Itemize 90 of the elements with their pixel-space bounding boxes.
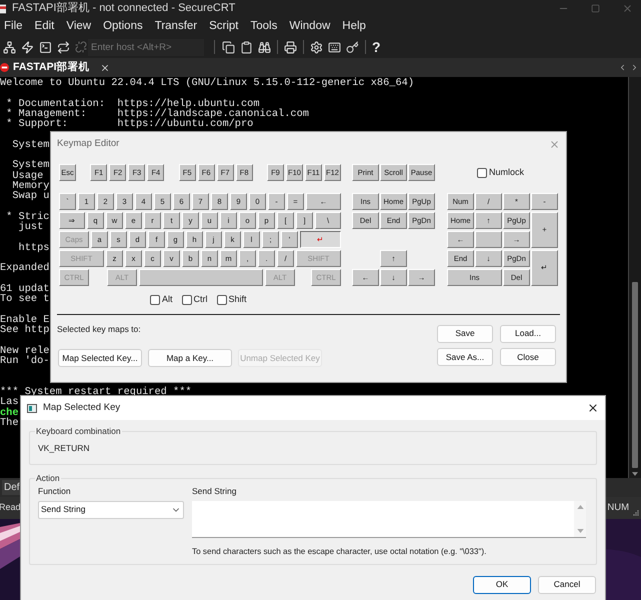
checkbox-label: Shift [228, 293, 247, 306]
terminal-line: Enable E [0, 314, 50, 326]
maximize-icon[interactable] [591, 4, 600, 13]
field-label: Send String [192, 484, 238, 498]
settings-icon[interactable] [310, 40, 323, 54]
terminal-line: To see t [0, 294, 50, 305]
dialog-button[interactable]: Close [500, 348, 556, 366]
terminal-line: Usage [11, 170, 44, 181]
network-icon[interactable] [3, 40, 16, 54]
copy-icon[interactable] [222, 40, 235, 54]
terminal-icon[interactable] [39, 40, 52, 54]
terminal-line: Expanded [0, 263, 50, 274]
terminal-line: New rele [0, 346, 50, 356]
scroll-down-icon[interactable] [632, 472, 638, 476]
menu-item[interactable]: Script [209, 18, 239, 36]
terminal-line: Swap u [11, 191, 50, 202]
resize-grip-icon [633, 510, 639, 516]
menu-item[interactable]: Window [289, 18, 330, 36]
group-label: Action [35, 472, 61, 485]
checkbox[interactable] [216, 294, 227, 305]
num-lock-indicator: NUM [607, 500, 629, 515]
terminal-line: * Documentation: https://help.ubuntu.com [5, 98, 260, 109]
space-key[interactable] [139, 269, 263, 286]
help-button[interactable]: ? [372, 40, 381, 54]
menu-item[interactable]: Tools [250, 18, 278, 36]
dialog-button[interactable]: Save [437, 324, 493, 342]
checkbox[interactable] [150, 294, 160, 305]
bar-button[interactable]: Def [2, 480, 22, 495]
binoculars-icon[interactable] [258, 40, 271, 54]
maps-to-label: Selected key maps to: [57, 322, 142, 336]
printer-icon[interactable] [284, 40, 297, 54]
menu-item[interactable]: View [66, 18, 92, 36]
menu-item[interactable]: Edit [34, 18, 54, 36]
scroll-right-icon[interactable] [630, 63, 639, 72]
app-icon [0, 4, 6, 14]
group-label: Keyboard combination [35, 425, 122, 438]
terminal-line: Las [0, 397, 19, 408]
window-title: FASTAPI部署机 - not connected - SecureCRT [12, 0, 236, 16]
close-icon[interactable] [587, 402, 599, 414]
keyboard-key[interactable] [475, 231, 502, 248]
host-field[interactable]: Enter host <Alt+R> [88, 38, 204, 56]
terminal-line: See http [0, 325, 50, 336]
lightning-icon[interactable] [21, 40, 34, 54]
hint-text: To send characters such as the escape character, use octal notation (e.g. "\033"). [192, 546, 488, 558]
menu-item[interactable]: File [4, 18, 23, 36]
checkbox-label: Alt [162, 293, 173, 306]
terminal-line: The [0, 418, 19, 428]
dialog-button[interactable]: Cancel [538, 576, 596, 594]
key-icon[interactable] [346, 40, 359, 54]
terminal-line: * Support: https://ubuntu.com/pro [5, 119, 254, 130]
tab-label: FASTAPI部署机 [13, 60, 90, 75]
dialog-title: Keymap Editor [57, 136, 120, 151]
terminal-line: System [11, 140, 50, 150]
menu-item[interactable]: Help [342, 18, 366, 36]
terminal-line: https [18, 242, 50, 254]
dialog-button[interactable]: Save As... [437, 348, 493, 366]
terminal-line: just [18, 222, 44, 232]
dialog-button[interactable]: Map a Key... [148, 349, 232, 368]
terminal-line: System [11, 160, 50, 171]
field-label: Function [38, 484, 72, 498]
key-combination-value: VK_RETURN [38, 442, 90, 454]
terminal-line: Run 'do- [0, 356, 50, 366]
terminal-line: Memory [11, 180, 50, 192]
scrollbar[interactable] [628, 77, 641, 478]
dialog-button[interactable]: OK [473, 576, 531, 594]
scroll-left-icon[interactable] [618, 63, 627, 72]
terminal-line: * Stric [5, 212, 50, 222]
checkbox-label: Ctrl [194, 293, 208, 306]
checkbox-label: Numlock [489, 166, 524, 179]
terminal-line: 61 updat [0, 284, 50, 294]
function-dropdown[interactable]: Send String [38, 500, 184, 518]
checkbox[interactable] [182, 294, 192, 305]
checkbox[interactable] [477, 168, 487, 178]
close-icon[interactable] [100, 62, 110, 72]
keyboard-icon[interactable] [328, 40, 341, 54]
dialog-title: Map Selected Key [43, 400, 120, 415]
dialog-button[interactable]: Load... [500, 324, 556, 342]
status-text: Read [0, 501, 21, 514]
disconnected-icon [0, 63, 9, 72]
terminal-line: * Management: https://landscape.canonical.com [5, 108, 309, 120]
unlink-icon[interactable] [75, 41, 87, 53]
clipboard-icon[interactable] [240, 40, 253, 54]
terminal-line: Welcome to Ubuntu 22.04.4 LTS (GNU/Linux 5.15.0-112-generic x86_64) [0, 78, 414, 88]
repeat-icon[interactable] [57, 40, 70, 54]
window-icon [27, 404, 37, 412]
terminal-line: che [0, 408, 19, 418]
dialog-button[interactable]: Map Selected Key... [58, 349, 142, 368]
menu-item[interactable]: Options [103, 18, 143, 36]
menu-item[interactable]: Transfer [154, 18, 198, 36]
terminal-line: *** System restart required *** [0, 386, 192, 398]
